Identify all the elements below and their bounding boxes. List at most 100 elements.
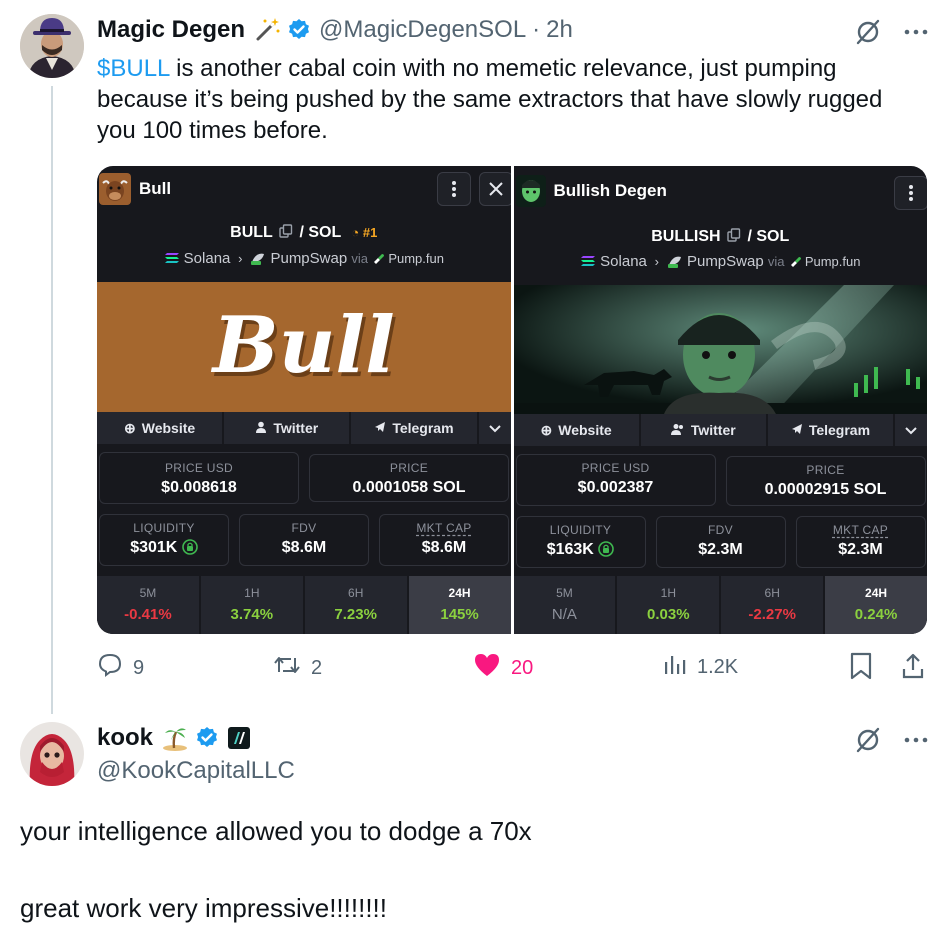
twitter-link[interactable]: Twitter	[641, 414, 768, 446]
twitter-label: Twitter	[690, 422, 736, 438]
route-line: Solana › PumpSwap via Pump.fun	[97, 250, 511, 267]
more-options-icon[interactable]	[902, 18, 930, 46]
fdv-box: FDV $2.3M	[655, 516, 786, 568]
like-button[interactable]: 20	[473, 652, 533, 684]
more-links-button[interactable]	[895, 414, 927, 446]
price-usd-box: PRICE USD $0.008618	[99, 452, 299, 504]
price-sol-value: 0.0001058 SOL	[352, 479, 466, 496]
reply-handle[interactable]: @KookCapitalLLC	[97, 757, 295, 785]
solana-icon	[580, 254, 596, 266]
tweet-text-line3: you 100 times before.	[97, 117, 328, 144]
price-sol-value: 0.00002915 SOL	[764, 481, 887, 498]
change-value: -2.27%	[748, 606, 796, 623]
display-name[interactable]: Magic Degen	[97, 16, 245, 44]
dex-name[interactable]: PumpSwap	[270, 250, 347, 267]
grok-icon[interactable]	[854, 726, 882, 754]
token-card-bull[interactable]: Bull BULL / SOL ◔ #1 Solana › PumpSwap v…	[97, 166, 511, 634]
telegram-link[interactable]: Telegram	[351, 412, 479, 444]
chain-name[interactable]: Solana	[184, 250, 231, 267]
route-line: Solana › PumpSwap via Pump.fun	[514, 253, 928, 270]
change-5m[interactable]: 5M N/A	[513, 576, 616, 634]
globe-icon: ⊕	[540, 421, 553, 438]
price-sol-label: PRICE	[806, 463, 845, 477]
pair-quote: / SOL	[299, 224, 341, 241]
person-icon	[255, 420, 267, 436]
price-usd-value: $0.002387	[577, 479, 654, 496]
price-usd-label: PRICE USD	[164, 461, 234, 475]
change-24h[interactable]: 24H 0.24%	[825, 576, 927, 634]
telegram-icon	[374, 420, 386, 436]
cashtag-link[interactable]: $BULL	[97, 55, 170, 82]
change-label: 6H	[764, 586, 780, 600]
change-6h[interactable]: 6H 7.23%	[304, 576, 407, 634]
card-menu-button[interactable]	[893, 176, 927, 210]
website-link[interactable]: ⊕ Website	[97, 412, 225, 444]
change-6h[interactable]: 6H -2.27%	[721, 576, 824, 634]
mcap-label: MKT CAP	[416, 521, 472, 535]
more-options-icon[interactable]	[902, 726, 930, 754]
views-button[interactable]: 1.2K	[663, 652, 738, 682]
website-link[interactable]: ⊕ Website	[514, 414, 641, 446]
more-links-button[interactable]	[479, 412, 511, 444]
change-5m[interactable]: 5M -0.41%	[97, 576, 199, 634]
people-icon	[670, 422, 685, 438]
tweet-media[interactable]: Bull BULL / SOL ◔ #1 Solana › PumpSwap v…	[97, 166, 927, 634]
telegram-link[interactable]: Telegram	[768, 414, 896, 446]
share-button[interactable]	[901, 652, 925, 686]
change-value: 0.03%	[647, 606, 690, 623]
copy-icon[interactable]	[727, 228, 741, 242]
launchpad-name[interactable]: Pump.fun	[805, 254, 861, 269]
change-value: 145%	[440, 606, 479, 623]
card-title: Bullish Degen	[553, 181, 667, 200]
change-1h[interactable]: 1H 3.74%	[200, 576, 303, 634]
twitter-label: Twitter	[273, 420, 319, 436]
reply-count: 9	[133, 656, 145, 679]
liquidity-label: LIQUIDITY	[133, 521, 195, 535]
retweet-button[interactable]: 2	[273, 652, 322, 684]
fdv-value: $8.6M	[281, 539, 327, 556]
views-icon	[663, 652, 687, 682]
token-card-bullish-degen[interactable]: Bullish Degen BULLISH / SOL Solana › Pum…	[513, 166, 928, 634]
tweet-text-line2: because it’s being pushed by the same ex…	[97, 86, 883, 113]
price-sol-box: PRICE 0.00002915 SOL	[725, 456, 926, 506]
reply-avatar[interactable]	[20, 722, 84, 786]
pill-icon	[789, 254, 801, 267]
lock-icon	[598, 541, 615, 557]
island-icon	[161, 724, 189, 752]
twitter-link[interactable]: Twitter	[224, 412, 352, 444]
change-1h[interactable]: 1H 0.03%	[617, 576, 720, 634]
copy-icon[interactable]	[279, 224, 293, 238]
card-header: Bullish Degen	[514, 166, 928, 216]
price-usd-box: PRICE USD $0.002387	[515, 454, 716, 506]
change-value: 3.74%	[230, 606, 274, 623]
reply-button[interactable]: 9	[97, 652, 144, 684]
tweet-top-actions	[854, 18, 930, 46]
change-24h[interactable]: 24H 145%	[408, 576, 511, 634]
magic-wand-icon	[253, 16, 281, 44]
change-value: 0.24%	[854, 606, 898, 623]
chain-name[interactable]: Solana	[600, 253, 647, 270]
mcap-label: MKT CAP	[832, 523, 889, 537]
liquidity-label: LIQUIDITY	[549, 523, 612, 537]
change-label: 1H	[244, 586, 260, 600]
fdv-label: FDV	[291, 521, 317, 535]
change-label: 24H	[448, 586, 471, 600]
change-label: 5M	[556, 586, 573, 600]
timestamp[interactable]: 2h	[546, 16, 573, 44]
reply-display-name[interactable]: kook	[97, 724, 153, 752]
card-menu-button[interactable]	[437, 172, 471, 206]
bookmark-button[interactable]	[849, 652, 873, 686]
pair-base: BULLISH	[651, 228, 721, 245]
card-close-button[interactable]	[479, 172, 511, 206]
price-change-row: 5M -0.41% 1H 3.74% 6H 7.23% 24H 145%	[97, 576, 511, 634]
launchpad-name[interactable]: Pump.fun	[388, 251, 444, 266]
price-sol-label: PRICE	[389, 461, 429, 475]
price-usd-value: $0.008618	[161, 479, 237, 496]
pumpswap-icon	[250, 250, 266, 266]
pair-name: BULL / SOL ◔ #1	[97, 224, 511, 242]
dex-name[interactable]: PumpSwap	[687, 253, 764, 270]
grok-icon[interactable]	[854, 18, 882, 46]
verified-badge-icon	[195, 726, 219, 750]
handle[interactable]: @MagicDegenSOL	[319, 16, 526, 44]
avatar[interactable]	[20, 14, 84, 78]
